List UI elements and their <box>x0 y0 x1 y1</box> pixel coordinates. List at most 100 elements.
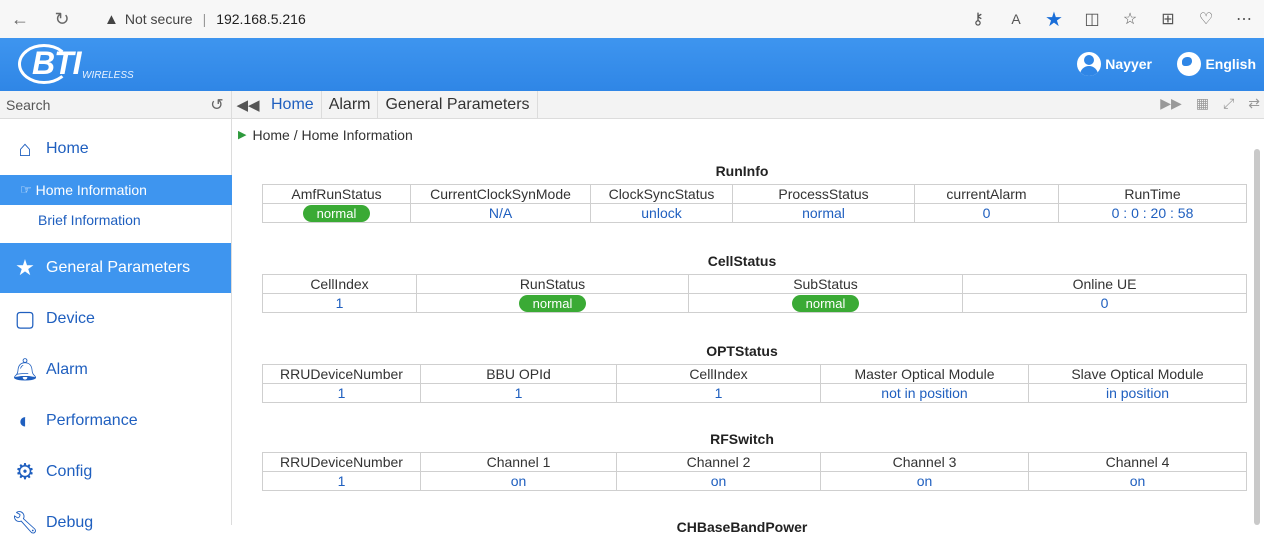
optstatus-table: RRUDeviceNumber BBU OPId CellIndex Maste… <box>262 364 1247 403</box>
table-cell: 0 <box>962 293 1247 313</box>
switch-icon[interactable]: ⇄ <box>1248 95 1260 112</box>
user-icon <box>1077 52 1102 76</box>
read-aloud-icon[interactable]: A <box>1004 7 1028 31</box>
table-cell: not in position <box>820 383 1029 403</box>
pointer-icon: ☞ <box>20 182 32 197</box>
favorite-star-icon[interactable]: ★ <box>1042 7 1066 31</box>
language-label: English <box>1205 56 1256 72</box>
table-header: CellIndex <box>616 364 821 384</box>
language-menu[interactable]: English <box>1177 52 1256 76</box>
sidebar-item-performance[interactable]: ◐ Performance <box>0 395 231 446</box>
table-header: BBU OPId <box>420 364 617 384</box>
url-text[interactable]: 192.168.5.216 <box>216 11 306 27</box>
key-icon[interactable]: ⚷ <box>966 7 990 31</box>
breadcrumb: ▶ Home / Home Information <box>238 127 413 143</box>
star-icon: ★ <box>15 255 35 280</box>
home-icon: ⌂ <box>18 136 32 161</box>
user-menu[interactable]: Nayyer <box>1077 52 1152 76</box>
favorites-list-icon[interactable]: ☆ <box>1118 7 1142 31</box>
table-header: CurrentClockSynMode <box>410 184 591 204</box>
table-cell: unlock <box>590 203 733 223</box>
table-cell: 1 <box>420 383 617 403</box>
table-header: CellIndex <box>262 274 417 294</box>
status-badge: normal <box>302 204 371 222</box>
username: Nayyer <box>1105 56 1152 72</box>
table-header: RunTime <box>1058 184 1247 204</box>
table-header: SubStatus <box>688 274 963 294</box>
table-header: RRUDeviceNumber <box>262 364 421 384</box>
cellstatus-title: CellStatus <box>707 253 777 269</box>
search-input[interactable]: Search <box>0 97 203 113</box>
table-header: Channel 4 <box>1028 452 1247 472</box>
table-header: Online UE <box>962 274 1247 294</box>
scroll-right-icon[interactable]: ▶▶ <box>1160 95 1182 112</box>
fullscreen-icon[interactable]: ⤢ <box>1223 95 1234 112</box>
table-cell: 1 <box>262 471 421 491</box>
half-circle-icon: ◐ <box>18 407 32 433</box>
sidebar-item-alarm[interactable]: 🔔︎ Alarm <box>0 344 231 395</box>
sidebar-search: Search ↺ <box>0 91 231 119</box>
table-cell: normal <box>262 203 411 223</box>
rfswitch-table: RRUDeviceNumber Channel 1 Channel 2 Chan… <box>262 452 1247 491</box>
chbasebandpower-title: CHBaseBandPower <box>676 519 808 535</box>
table-header: currentAlarm <box>914 184 1059 204</box>
table-header: Channel 1 <box>420 452 617 472</box>
tab-bar: ◀◀ Home Alarm General Parameters ▶▶ ▦ ⤢ … <box>232 90 1264 119</box>
cellstatus-table: CellIndex RunStatus SubStatus Online UE … <box>262 274 1247 313</box>
table-header: AmfRunStatus <box>262 184 411 204</box>
tab-grid-icon[interactable]: ▦ <box>1196 95 1209 112</box>
status-badge: normal <box>791 294 860 312</box>
table-cell: on <box>420 471 617 491</box>
table-cell: normal <box>416 293 689 313</box>
sidebar-subitem-home-information[interactable]: ☞ Home Information <box>0 175 232 205</box>
table-cell: N/A <box>410 203 591 223</box>
table-cell: on <box>820 471 1029 491</box>
table-header: ProcessStatus <box>732 184 915 204</box>
sidebar-item-device[interactable]: ▢ Device <box>0 293 231 344</box>
browser-toolbar: ← ↻ ▲ Not secure | 192.168.5.216 ⚷ A ★ ◫… <box>0 0 1264 38</box>
app-header: BTI WIRELESS Nayyer English <box>0 38 1264 91</box>
table-header: Channel 2 <box>616 452 821 472</box>
scroll-left-icon[interactable]: ◀◀ <box>232 96 264 114</box>
refresh-icon[interactable]: ↻ <box>50 7 74 31</box>
rfswitch-title: RFSwitch <box>710 431 774 447</box>
table-header: Master Optical Module <box>820 364 1029 384</box>
tab-alarm[interactable]: Alarm <box>322 90 379 119</box>
tab-home[interactable]: Home <box>264 90 322 119</box>
globe-icon <box>1177 52 1202 76</box>
tablet-icon: ▢ <box>14 305 36 331</box>
sidebar: Search ↺ ⌂ Home ☞ Home Information Brief… <box>0 91 232 535</box>
back-icon[interactable]: ← <box>8 7 32 31</box>
table-cell: on <box>1028 471 1247 491</box>
optstatus-title: OPTStatus <box>706 343 778 359</box>
more-menu-icon[interactable]: ⋯ <box>1232 7 1256 31</box>
sidebar-subitem-brief-information[interactable]: Brief Information <box>0 205 231 235</box>
sidebar-item-debug[interactable]: 🔧︎ Debug <box>0 497 231 548</box>
address-bar[interactable]: ▲ Not secure | 192.168.5.216 <box>104 11 306 28</box>
security-label: Not secure <box>124 11 193 27</box>
performance-icon[interactable]: ♡ <box>1194 7 1218 31</box>
collections-icon[interactable]: ⊞ <box>1156 7 1180 31</box>
table-cell: on <box>616 471 821 491</box>
reset-icon[interactable]: ↺ <box>203 95 231 115</box>
table-cell: normal <box>732 203 915 223</box>
sidebar-item-general-parameters[interactable]: ★ General Parameters <box>0 243 231 293</box>
tab-general-parameters[interactable]: General Parameters <box>378 90 538 119</box>
sidebar-item-config[interactable]: ⚙ Config <box>0 446 231 497</box>
runinfo-title: RunInfo <box>715 163 769 179</box>
table-header: RunStatus <box>416 274 689 294</box>
table-header: ClockSyncStatus <box>590 184 733 204</box>
split-screen-icon[interactable]: ◫ <box>1080 7 1104 31</box>
table-cell: 1 <box>616 383 821 403</box>
address-separator: | <box>202 11 207 27</box>
bell-icon: 🔔︎ <box>11 356 39 382</box>
wrench-icon: 🔧︎ <box>11 509 39 535</box>
status-badge: normal <box>518 294 587 312</box>
scrollbar[interactable] <box>1254 149 1260 525</box>
sidebar-item-home[interactable]: ⌂ Home <box>0 123 231 175</box>
table-cell: in position <box>1028 383 1247 403</box>
table-cell: 0 : 0 : 20 : 58 <box>1058 203 1247 223</box>
table-header: Slave Optical Module <box>1028 364 1247 384</box>
runinfo-table: AmfRunStatus CurrentClockSynMode ClockSy… <box>262 184 1247 223</box>
main-content: ▶ Home / Home Information RunInfo AmfRun… <box>232 119 1264 535</box>
